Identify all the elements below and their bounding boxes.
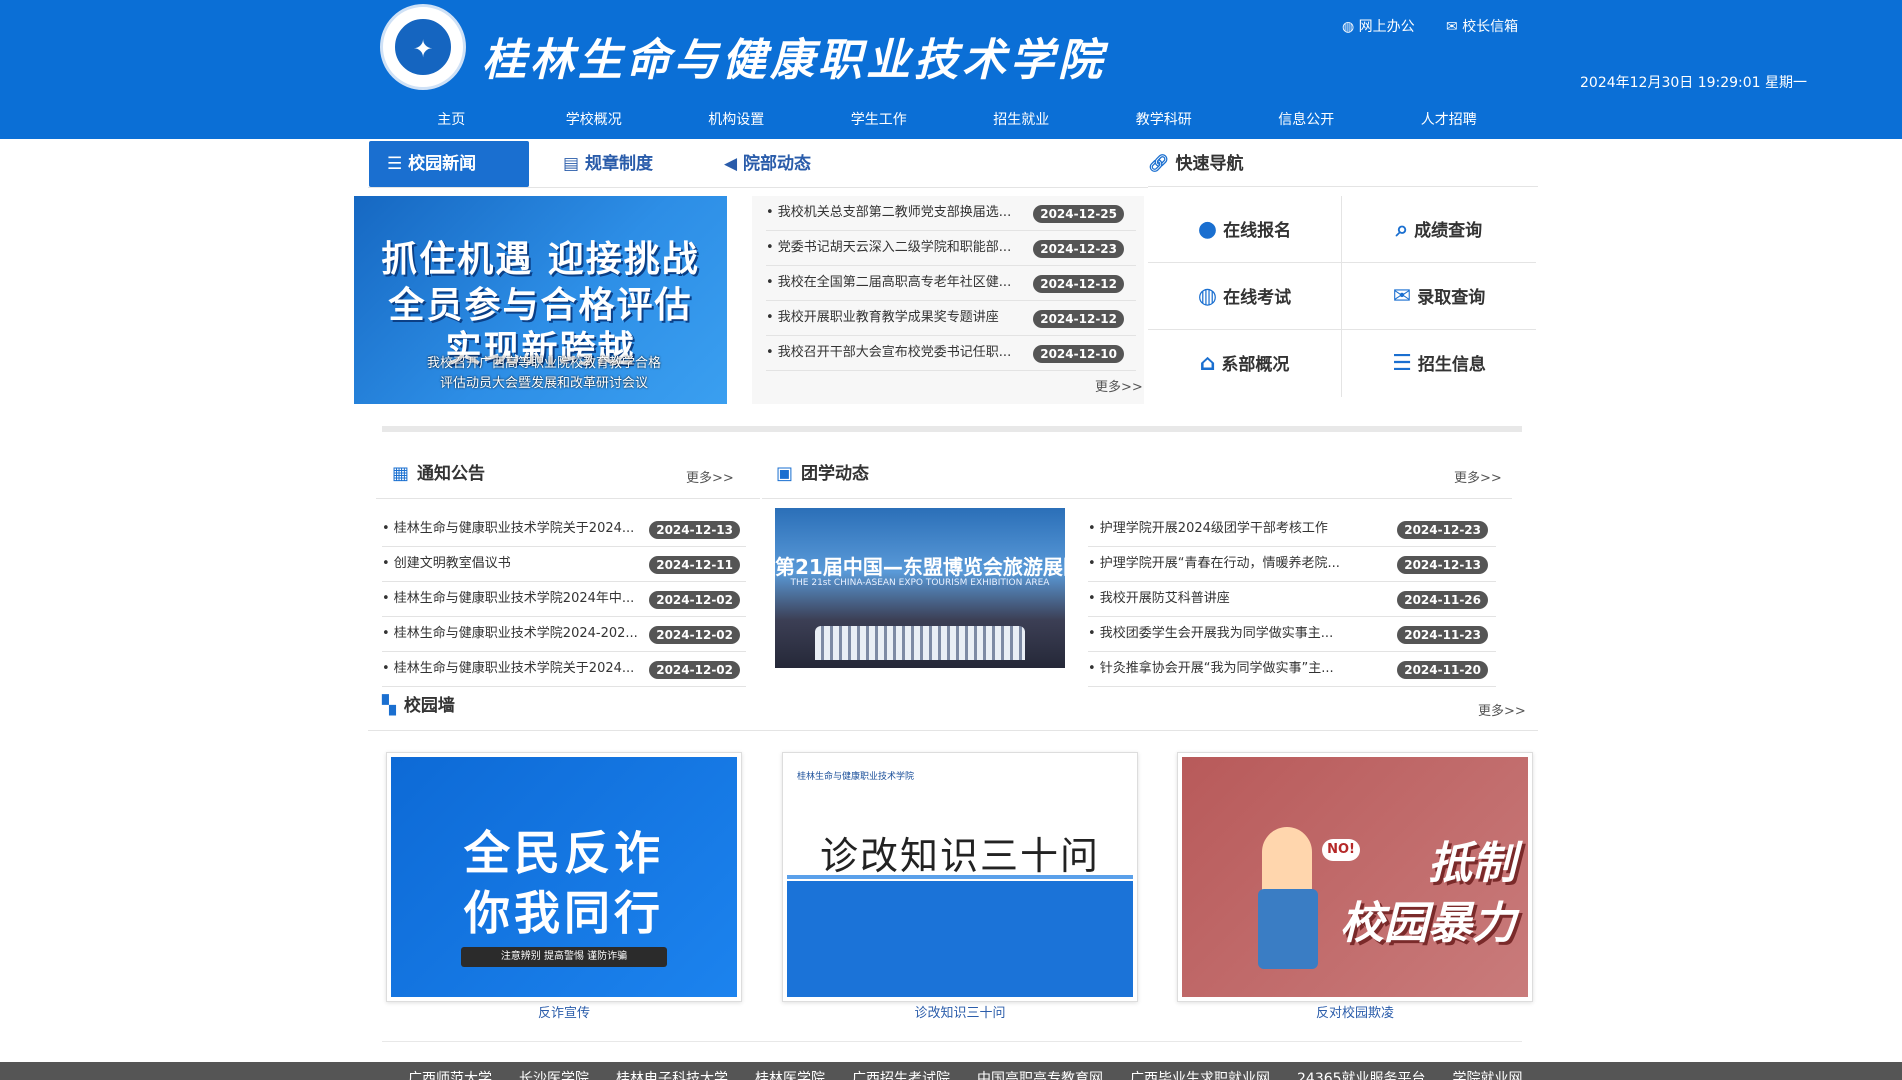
- nav-item-teaching[interactable]: 教学科研: [1093, 108, 1236, 134]
- grid-icon: ▚: [382, 695, 396, 716]
- home-icon: ⌂: [1199, 351, 1216, 376]
- campus-wall-underline: [368, 730, 1538, 731]
- campus-card-anti-bullying[interactable]: NO! 抵制 校园暴力: [1177, 752, 1533, 1002]
- blue-band: [787, 875, 1133, 997]
- footer-link[interactable]: 广西师范大学: [408, 1068, 492, 1080]
- youth-league-underline: [762, 498, 1512, 499]
- campus-card-caption[interactable]: 反诈宣传: [386, 1002, 742, 1021]
- megaphone-icon: ◀: [724, 154, 738, 174]
- campus-card-caption[interactable]: 诊改知识三十问: [782, 1002, 1138, 1021]
- youth-league-photo[interactable]: 第21届中国—东盟博览会旅游展区 THE 21st CHINA-ASEAN EX…: [775, 508, 1065, 668]
- tab-campus-news[interactable]: ☰ 校园新闻: [369, 141, 529, 187]
- clipboard-icon: ▣: [776, 463, 794, 484]
- president-mailbox-link[interactable]: ✉ 校长信箱: [1446, 16, 1518, 36]
- footer-link[interactable]: 广西毕业生求职就业网: [1130, 1068, 1270, 1080]
- nav-item-home[interactable]: 主页: [380, 108, 523, 134]
- user-icon: ●: [1197, 217, 1218, 242]
- table-icon: ▦: [392, 463, 410, 484]
- footer-link[interactable]: 24365就业服务平台: [1297, 1068, 1426, 1080]
- list-item[interactable]: • 我校在全国第二届高职高专老年社区健... 2024-12-12: [766, 266, 1136, 301]
- footer-links-bar: 广西师范大学 长沙医学院 桂林电子科技大学 桂林医学院 广西招生考试院 中国高职…: [0, 1062, 1902, 1080]
- news-banner[interactable]: 抓住机遇 迎接挑战 全员参与合格评估 实现新跨越 我校召开广西高等职业院校教育教…: [354, 196, 727, 404]
- online-office-link[interactable]: ◍ 网上办公: [1342, 16, 1415, 36]
- footer-link[interactable]: 桂林医学院: [755, 1068, 825, 1080]
- nav-item-recruitment[interactable]: 人才招聘: [1378, 108, 1521, 134]
- footer-link[interactable]: 中国高职高专教育网: [977, 1068, 1103, 1080]
- nav-item-admissions[interactable]: 招生就业: [950, 108, 1093, 134]
- footer-link[interactable]: 广西招生考试院: [852, 1068, 950, 1080]
- site-header: ✦ 桂林生命与健康职业技术学院 ◍ 网上办公 ✉ 校长信箱 2024年12月30…: [0, 0, 1902, 139]
- notices-underline: [376, 498, 760, 499]
- list-item[interactable]: • 桂林生命与健康职业技术学院关于2024... 2024-12-02: [382, 652, 746, 687]
- tab-regulations[interactable]: ▤ 规章制度: [545, 141, 671, 187]
- list-icon: ☰: [387, 154, 403, 174]
- footer-link[interactable]: 长沙医学院: [519, 1068, 589, 1080]
- list-item[interactable]: • 桂林生命与健康职业技术学院2024-202... 2024-12-02: [382, 617, 746, 652]
- tab-department-news[interactable]: ◀ 院部动态: [706, 141, 829, 187]
- list-item[interactable]: • 创建文明教室倡议书 2024-12-11: [382, 547, 746, 582]
- search-icon: ⌕: [1395, 217, 1409, 242]
- link-icon: 🔗︎: [1148, 154, 1170, 174]
- quick-nav-score-query[interactable]: ⌕ 成绩查询: [1342, 196, 1536, 263]
- campus-wall-title: ▚ 校园墙: [382, 695, 455, 716]
- nav-item-info-public[interactable]: 信息公开: [1235, 108, 1378, 134]
- campus-card-diagnosis[interactable]: 桂林生命与健康职业技术学院 诊改知识三十问: [782, 752, 1138, 1002]
- document-icon: ▤: [563, 154, 580, 174]
- globe-icon: ◍: [1197, 284, 1218, 309]
- quick-nav-title: 🔗︎ 快速导航: [1148, 141, 1538, 187]
- mail-icon: ✉: [1392, 284, 1412, 309]
- footer-link[interactable]: 学院就业网: [1453, 1068, 1523, 1080]
- quick-nav-admissions-info[interactable]: ☰ 招生信息: [1342, 330, 1536, 397]
- section-divider: [382, 426, 1522, 432]
- quick-nav-online-exam[interactable]: ◍ 在线考试: [1148, 263, 1342, 330]
- news-list: • 我校机关总支部第二教师党支部换届选... 2024-12-25 • 党委书记…: [752, 196, 1144, 404]
- school-name[interactable]: 桂林生命与健康职业技术学院: [482, 24, 1106, 88]
- footer-divider: [382, 1041, 1522, 1042]
- school-logo[interactable]: ✦: [380, 4, 466, 90]
- list-item[interactable]: • 针灸推拿协会开展“我为同学做实事”主... 2024-11-20: [1088, 652, 1496, 687]
- campus-card-caption[interactable]: 反对校园欺凌: [1177, 1002, 1533, 1021]
- server-icon: ☰: [1392, 351, 1412, 376]
- crowd-illustration: [815, 626, 1025, 660]
- quick-nav-admission-query[interactable]: ✉ 录取查询: [1342, 263, 1536, 330]
- list-item[interactable]: • 桂林生命与健康职业技术学院关于2024... 2024-12-13: [382, 512, 746, 547]
- globe-icon: ◍: [1342, 19, 1355, 35]
- datetime-display: 2024年12月30日 19:29:01 星期一: [1580, 75, 1808, 91]
- nav-item-about[interactable]: 学校概况: [523, 108, 666, 134]
- notices-more-link[interactable]: 更多>>: [686, 467, 734, 486]
- notices-title: ▦ 通知公告: [392, 463, 486, 484]
- list-item[interactable]: • 我校开展职业教育教学成果奖专题讲座 2024-12-12: [766, 301, 1136, 336]
- youth-league-title: ▣ 团学动态: [776, 463, 870, 484]
- list-item[interactable]: • 护理学院开展2024级团学干部考核工作 2024-12-23: [1088, 512, 1496, 547]
- banner-headline-1: 抓住机遇 迎接挑战: [381, 239, 700, 280]
- campus-wall-more-link[interactable]: 更多>>: [1478, 700, 1526, 719]
- nav-item-student-affairs[interactable]: 学生工作: [808, 108, 951, 134]
- maple-leaf-icon: ✦: [413, 35, 434, 63]
- quick-nav-department-overview[interactable]: ⌂ 系部概况: [1148, 330, 1342, 397]
- list-item[interactable]: • 我校开展防艾科普讲座 2024-11-26: [1088, 582, 1496, 617]
- quick-nav-online-registration[interactable]: ● 在线报名: [1148, 196, 1342, 263]
- list-item[interactable]: • 桂林生命与健康职业技术学院2024年中... 2024-12-02: [382, 582, 746, 617]
- list-item[interactable]: • 我校召开干部大会宣布校党委书记任职... 2024-12-10: [766, 336, 1136, 371]
- list-item[interactable]: • 我校机关总支部第二教师党支部换届选... 2024-12-25: [766, 196, 1136, 231]
- list-item[interactable]: • 我校团委学生会开展我为同学做实事主... 2024-11-23: [1088, 617, 1496, 652]
- banner-caption: 我校召开广西高等职业院校教育教学合格评估动员大会暨发展和改革研讨会议: [426, 356, 661, 391]
- mail-icon: ✉: [1446, 19, 1458, 35]
- student-illustration: [1262, 827, 1312, 897]
- list-item[interactable]: • 党委书记胡天云深入二级学院和职能部... 2024-12-23: [766, 231, 1136, 266]
- news-more-link[interactable]: 更多>>: [1095, 376, 1143, 395]
- footer-link[interactable]: 桂林电子科技大学: [616, 1068, 728, 1080]
- list-item[interactable]: • 护理学院开展“青春在行动，情暖养老院... 2024-12-13: [1088, 547, 1496, 582]
- main-nav: 主页 学校概况 机构设置 学生工作 招生就业 教学科研 信息公开 人才招聘: [380, 108, 1520, 134]
- youth-league-more-link[interactable]: 更多>>: [1454, 467, 1502, 486]
- nav-item-departments[interactable]: 机构设置: [665, 108, 808, 134]
- campus-card-anti-fraud[interactable]: 全民反诈 你我同行 注意辨别 提高警惕 谨防诈骗: [386, 752, 742, 1002]
- tab-divider: [368, 187, 1148, 188]
